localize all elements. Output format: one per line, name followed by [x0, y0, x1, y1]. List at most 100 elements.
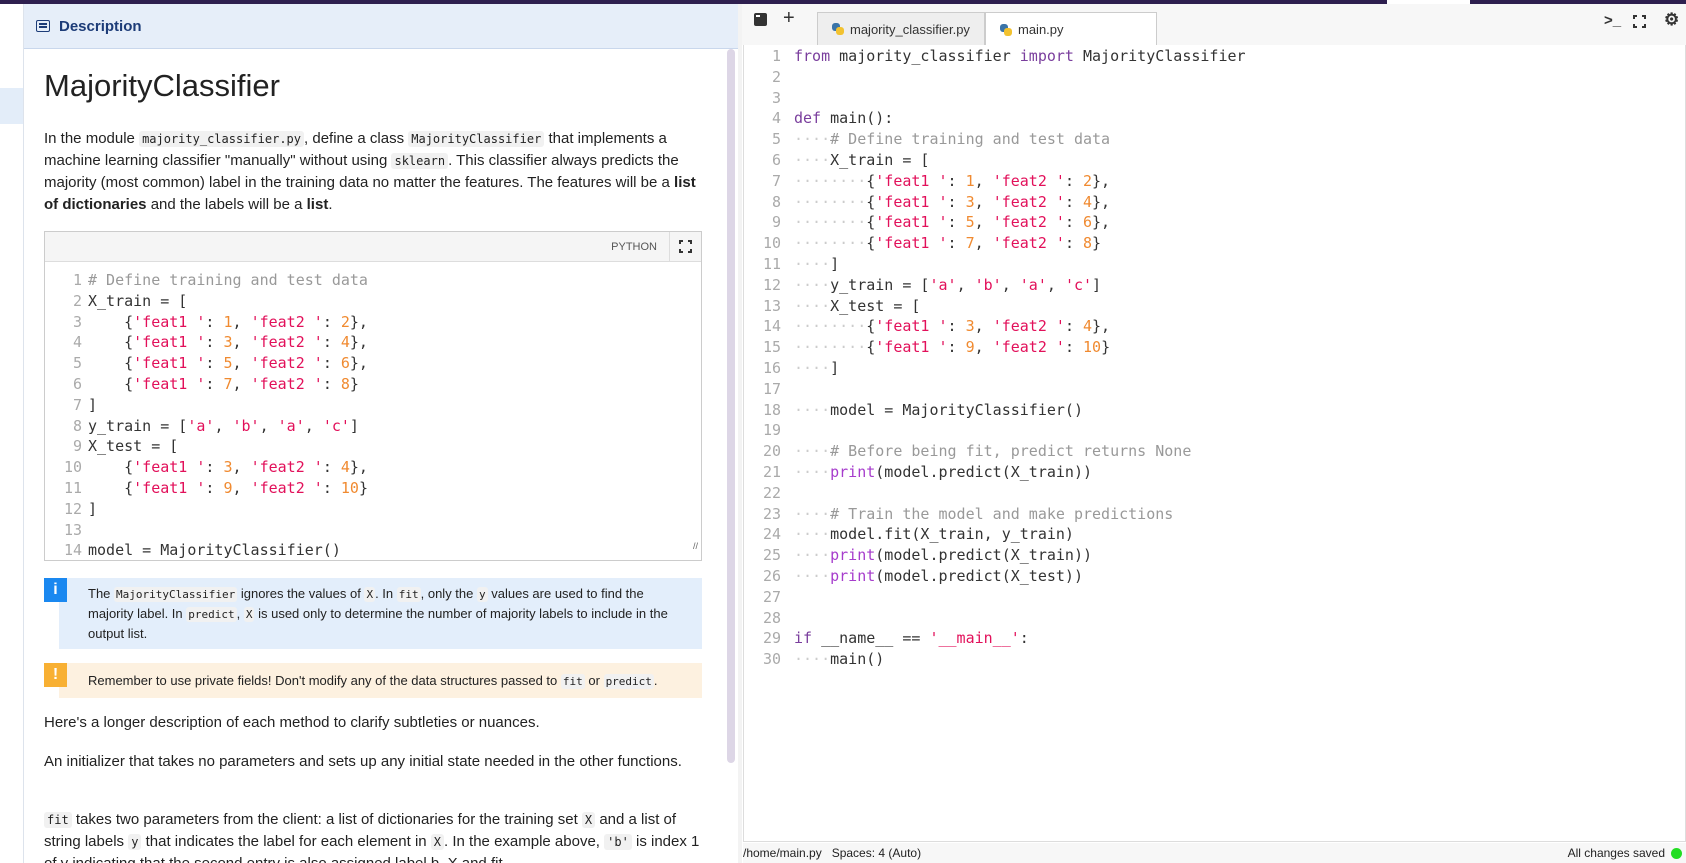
line-number: 17 — [762, 379, 781, 398]
code-token: : — [205, 458, 224, 477]
line-number: 9 — [771, 213, 781, 232]
code-line: 9 ········{'feat1 ': 5, 'feat2 ': 6}, — [744, 212, 1685, 233]
tab-label: main.py — [1018, 22, 1064, 37]
code-token: 'feat1 ' — [875, 338, 948, 357]
text-run: that indicates the label for each elemen… — [141, 833, 431, 850]
description-scrollbar[interactable] — [727, 49, 735, 763]
code-token: 'feat1 ' — [133, 333, 206, 352]
code-token: model.fit(X_train, y_train) — [830, 525, 1074, 544]
inline-code: y — [477, 587, 488, 602]
file-browser-icon[interactable] — [754, 13, 767, 26]
code-token: { — [866, 338, 876, 357]
code-token: # Define training and test data — [88, 271, 368, 289]
code-token: : — [947, 192, 966, 211]
code-token: , — [974, 317, 993, 336]
text-run: . — [328, 196, 333, 213]
code-token: ···· — [794, 650, 831, 669]
code-token: : — [322, 478, 341, 497]
code-line: 17 — [744, 379, 1685, 400]
left-nav-active-item[interactable] — [0, 88, 23, 124]
text-run: Remember to use private fields! Don't mo… — [88, 673, 561, 688]
tab-majority-classifier[interactable]: majority_classifier.py — [817, 12, 985, 45]
line-number: 12 — [762, 275, 781, 294]
code-line: 10 ········{'feat1 ': 7, 'feat2 ': 8} — [744, 233, 1685, 254]
code-token: X_test = [ — [830, 296, 921, 315]
code-token: MajorityClassifier — [1073, 47, 1246, 65]
code-token: : — [1064, 234, 1083, 253]
settings-gear-icon[interactable]: ⚙ — [1664, 10, 1679, 30]
code-line: 24 ····model.fit(X_train, y_train) — [744, 524, 1685, 545]
code-token: } — [358, 478, 368, 497]
code-token: { — [866, 213, 876, 232]
text-run: The — [88, 586, 115, 601]
code-token: 'b' — [232, 416, 260, 435]
line-number: 13 — [63, 520, 82, 539]
code-token: ········ — [794, 338, 867, 357]
code-token: 'feat2 ' — [250, 478, 323, 497]
code-line: 18 ····model = MajorityClassifier() — [744, 400, 1685, 421]
line-number: 23 — [762, 504, 781, 523]
resize-handle-icon[interactable]: // — [693, 535, 698, 557]
info-text: The MajorityClassifier ignores the value… — [88, 586, 668, 641]
code-block-body[interactable]: 1 # Define training and test data 2 X_train… — [45, 262, 701, 561]
code-token: { — [866, 234, 876, 253]
code-token: ] — [88, 499, 98, 518]
line-number: 19 — [762, 421, 781, 440]
code-line: 3 — [744, 88, 1685, 109]
text-run: . In — [375, 586, 397, 601]
code-token: { — [88, 354, 134, 373]
code-line: 14 ········{'feat1 ': 3, 'feat2 ': 4}, — [744, 316, 1685, 337]
code-line: 19 — [744, 420, 1685, 441]
inline-code: predict — [186, 607, 237, 622]
line-number: 21 — [762, 462, 781, 481]
python-icon — [1000, 23, 1012, 36]
code-token: 1 — [965, 171, 975, 190]
code-token: ········ — [794, 234, 867, 253]
code-token: : — [322, 354, 341, 373]
code-token: 'feat2 ' — [992, 234, 1065, 253]
code-token: from — [794, 47, 831, 65]
code-line: 11 {'feat1 ': 9, 'feat2 ': 10} — [45, 478, 701, 499]
code-token: }, — [1092, 192, 1111, 211]
code-token: ···· — [794, 296, 831, 315]
code-token: majority_classifier — [830, 47, 1020, 65]
code-token: # Define training and test data — [830, 130, 1111, 149]
code-token: '__main__' — [929, 629, 1020, 648]
line-number: 13 — [762, 296, 781, 315]
code-token: main() — [830, 650, 885, 669]
code-token: ········ — [794, 192, 867, 211]
inline-code: MajorityClassifier — [114, 587, 238, 602]
code-token: y_train = [ — [88, 416, 188, 435]
code-line: 2 X_train = [ — [45, 291, 701, 312]
new-file-button[interactable]: + — [783, 7, 795, 30]
code-token: model = MajorityClassifier() — [830, 400, 1083, 419]
editor-fullscreen-icon[interactable] — [1633, 15, 1646, 28]
panel-divider[interactable] — [738, 4, 742, 863]
code-editor[interactable]: 1 from majority_classifier import Majorit… — [743, 45, 1686, 842]
line-number: 1 — [771, 47, 781, 65]
editor-code[interactable]: 1 from majority_classifier import Majorit… — [744, 45, 1685, 670]
code-token: 1 — [223, 312, 233, 331]
code-token: : — [1064, 338, 1083, 357]
code-token: print — [830, 462, 876, 481]
line-number: 22 — [762, 483, 781, 502]
bold-text: list — [306, 196, 329, 213]
code-token: 9 — [223, 478, 233, 497]
code-line: 2 — [744, 67, 1685, 88]
indentation-setting[interactable]: Spaces: 4 (Auto) — [832, 846, 921, 860]
code-token: : — [947, 213, 966, 232]
line-number: 18 — [762, 400, 781, 419]
inline-code: fit — [396, 587, 421, 602]
code-token: { — [866, 171, 876, 190]
code-token: : — [322, 374, 341, 393]
line-number: 28 — [762, 608, 781, 627]
code-token: 'feat1 ' — [133, 312, 206, 331]
fullscreen-icon[interactable] — [679, 240, 692, 253]
code-token: 'b' — [974, 275, 1002, 294]
code-token: def — [794, 109, 822, 128]
terminal-icon[interactable]: >_ — [1604, 12, 1621, 29]
code-token: , — [232, 458, 251, 477]
tab-main[interactable]: main.py — [985, 12, 1157, 46]
save-status: All changes saved — [1567, 846, 1665, 860]
code-token: { — [88, 458, 134, 477]
